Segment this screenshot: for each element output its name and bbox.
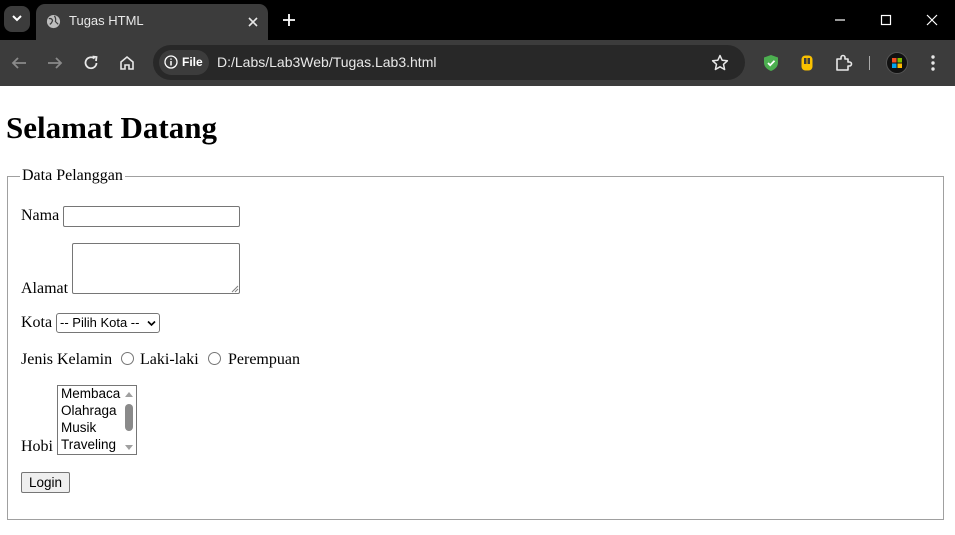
new-tab-icon[interactable] bbox=[280, 11, 298, 29]
kota-label: Kota bbox=[21, 314, 53, 331]
browser-toolbar: File D:/Labs/Lab3Web/Tugas.Lab3.html bbox=[0, 40, 955, 86]
nama-label: Nama bbox=[21, 207, 60, 224]
tab-search-button[interactable] bbox=[4, 6, 30, 32]
address-bar[interactable]: File D:/Labs/Lab3Web/Tugas.Lab3.html bbox=[153, 45, 745, 80]
back-icon[interactable] bbox=[8, 52, 30, 74]
toolbar-separator bbox=[869, 56, 870, 70]
maximize-icon[interactable] bbox=[878, 12, 894, 28]
reload-icon[interactable] bbox=[80, 52, 102, 74]
gender-label: Jenis Kelamin bbox=[21, 351, 113, 368]
bookmark-star-icon[interactable] bbox=[710, 53, 730, 73]
hobi-listbox[interactable]: Membaca Olahraga Musik Traveling bbox=[57, 385, 137, 455]
kota-selected-value: -- Pilih Kota -- bbox=[60, 315, 140, 330]
login-button[interactable]: Login bbox=[21, 472, 70, 493]
site-info-chip[interactable]: File bbox=[159, 50, 209, 75]
more-menu-icon[interactable] bbox=[922, 52, 944, 74]
chevron-down-icon bbox=[147, 320, 156, 327]
customer-fieldset: Data Pelanggan bbox=[7, 167, 944, 520]
fieldset-legend: Data Pelanggan bbox=[20, 167, 125, 185]
kota-select[interactable]: -- Pilih Kota -- bbox=[56, 313, 160, 333]
mouse-extension-icon[interactable] bbox=[796, 52, 818, 74]
extensions-puzzle-icon[interactable] bbox=[832, 52, 854, 74]
alamat-textarea[interactable] bbox=[72, 243, 240, 294]
windows-logo-icon bbox=[892, 58, 902, 68]
hobi-option[interactable]: Membaca bbox=[61, 386, 120, 401]
minimize-icon[interactable] bbox=[832, 12, 848, 28]
close-tab-icon[interactable] bbox=[244, 13, 262, 31]
chevron-down-icon bbox=[12, 15, 22, 22]
active-tab[interactable]: Tugas HTML bbox=[36, 4, 268, 40]
radio-laki-laki[interactable] bbox=[121, 352, 134, 365]
url-text[interactable]: D:/Labs/Lab3Web/Tugas.Lab3.html bbox=[217, 54, 436, 70]
alamat-label: Alamat bbox=[21, 280, 69, 297]
tab-strip: Tugas HTML bbox=[0, 0, 955, 40]
hobi-option[interactable]: Traveling bbox=[61, 437, 116, 452]
hobi-option[interactable]: Musik bbox=[61, 420, 96, 435]
home-icon[interactable] bbox=[116, 52, 138, 74]
scheme-label: File bbox=[182, 55, 203, 69]
scrollbar-thumb[interactable] bbox=[125, 404, 133, 431]
close-window-icon[interactable] bbox=[924, 12, 940, 28]
tab-title: Tugas HTML bbox=[69, 13, 144, 28]
globe-icon bbox=[46, 14, 61, 29]
radio-label-laki-laki: Laki-laki bbox=[140, 351, 199, 368]
profile-avatar[interactable] bbox=[886, 52, 908, 74]
resize-handle-icon[interactable] bbox=[231, 285, 239, 293]
shield-extension-icon[interactable] bbox=[760, 52, 782, 74]
radio-perempuan[interactable] bbox=[208, 352, 221, 365]
forward-icon[interactable] bbox=[44, 52, 66, 74]
page-content: Selamat Datang Data Pelanggan Nama Alama… bbox=[0, 86, 955, 535]
hobi-label: Hobi bbox=[21, 438, 53, 455]
radio-label-perempuan: Perempuan bbox=[228, 351, 300, 368]
page-title: Selamat Datang bbox=[6, 110, 217, 145]
nama-input[interactable] bbox=[63, 206, 240, 227]
info-icon bbox=[164, 55, 178, 69]
hobi-option[interactable]: Olahraga bbox=[61, 403, 117, 418]
